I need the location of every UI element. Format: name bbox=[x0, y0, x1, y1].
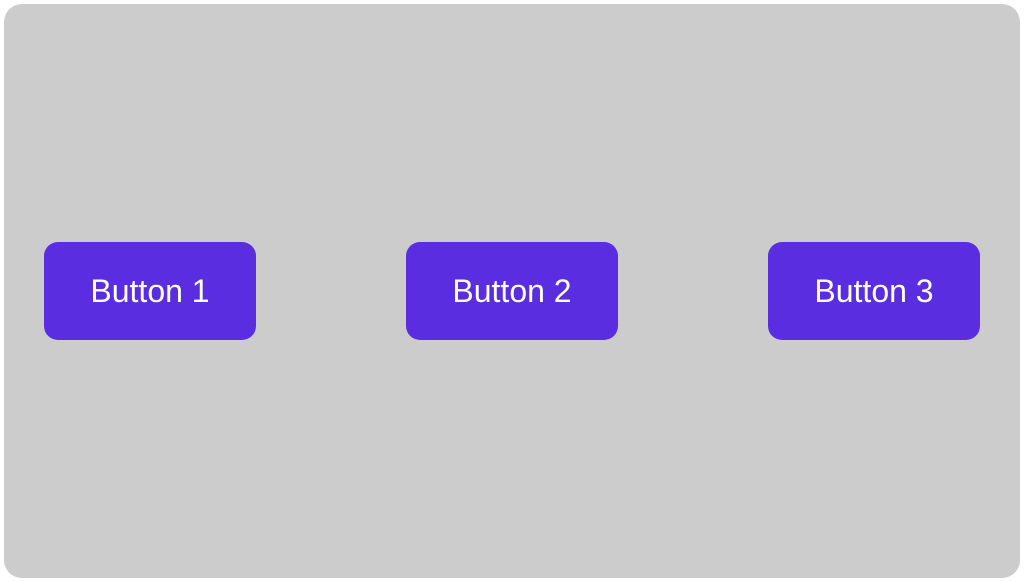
button-panel: Button 1 Button 2 Button 3 bbox=[4, 4, 1020, 578]
button-2[interactable]: Button 2 bbox=[406, 242, 618, 340]
button-1[interactable]: Button 1 bbox=[44, 242, 256, 340]
button-3[interactable]: Button 3 bbox=[768, 242, 980, 340]
